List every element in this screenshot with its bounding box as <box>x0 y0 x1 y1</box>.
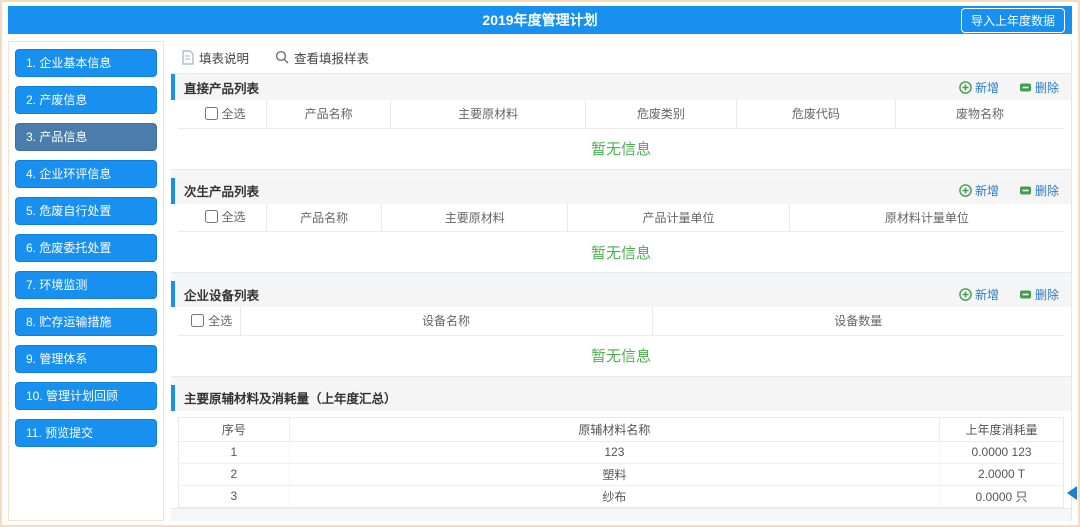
delete-button[interactable]: 删除 <box>1019 286 1059 303</box>
column-header: 主要原材料 <box>382 204 568 232</box>
fill-instructions-label: 填表说明 <box>199 48 249 67</box>
sidebar-item-env-monitoring[interactable]: 7. 环境监测 <box>15 271 157 299</box>
sidebar-item-storage-transport[interactable]: 8. 贮存运输措施 <box>15 308 157 336</box>
sidebar-item-enterprise-basic-info[interactable]: 1. 企业基本信息 <box>15 49 157 77</box>
fill-instructions-link[interactable]: 填表说明 <box>181 48 249 67</box>
sidebar-item-waste-generation-info[interactable]: 2. 产废信息 <box>15 86 157 114</box>
equipment-table: 全选 设备名称 设备数量 <box>178 307 1064 336</box>
empty-state-text: 暂无信息 <box>171 129 1071 169</box>
delete-button-label: 删除 <box>1035 79 1059 96</box>
materials-table: 序号 原辅材料名称 上年度消耗量 1 123 0.0000 123 2 塑料 2… <box>178 417 1064 508</box>
add-button-label: 新增 <box>975 286 999 303</box>
delete-button-label: 删除 <box>1035 182 1059 199</box>
cell-consumption: 2.0000 T <box>940 463 1064 485</box>
plus-circle-icon <box>959 81 972 94</box>
sidebar-item-eia-info[interactable]: 4. 企业环评信息 <box>15 160 157 188</box>
minus-square-icon <box>1019 288 1032 301</box>
plus-circle-icon <box>959 184 972 197</box>
cell-index: 1 <box>179 441 290 463</box>
cell-consumption: 0.0000 123 <box>940 441 1064 463</box>
add-button[interactable]: 新增 <box>959 286 999 303</box>
search-icon <box>275 50 289 64</box>
section-secondary-products: 次生产品列表 新增 <box>171 178 1071 274</box>
sidebar-item-plan-review[interactable]: 10. 管理计划回顾 <box>15 382 157 410</box>
column-header: 产品计量单位 <box>568 204 790 232</box>
app-header: 2019年度管理计划 导入上年度数据 <box>8 6 1072 34</box>
select-all-label[interactable]: 全选 <box>191 312 232 329</box>
cell-consumption: 0.0000 只 <box>940 485 1064 507</box>
section-materials-consumption: 主要原辅材料及消耗量（上年度汇总） 序号 原辅材料名称 上年度消耗量 1 123… <box>171 385 1071 509</box>
column-header: 产品名称 <box>267 204 382 232</box>
add-button[interactable]: 新增 <box>959 79 999 96</box>
column-header: 产品名称 <box>267 100 391 128</box>
select-all-label[interactable]: 全选 <box>205 105 246 122</box>
section-header: 直接产品列表 新增 <box>171 74 1071 100</box>
view-sample-form-label: 查看填报样表 <box>294 48 369 67</box>
section-header: 主要原辅材料及消耗量（上年度汇总） <box>171 385 1071 411</box>
view-sample-form-link[interactable]: 查看填报样表 <box>275 48 369 67</box>
toolbar: 填表说明 查看填报样表 <box>171 41 1071 74</box>
document-icon <box>181 50 194 65</box>
empty-state-text: 暂无信息 <box>171 336 1071 376</box>
column-header: 序号 <box>179 417 290 441</box>
select-all-header: 全选 <box>178 307 240 335</box>
sidebar-item-product-info[interactable]: 3. 产品信息 <box>15 123 157 151</box>
add-button-label: 新增 <box>975 182 999 199</box>
column-header: 危废代码 <box>736 100 895 128</box>
collapse-panel-arrow-icon[interactable] <box>1067 486 1077 500</box>
select-all-header: 全选 <box>178 204 267 232</box>
table-row: 3 纱布 0.0000 只 <box>179 485 1064 507</box>
section-title: 次生产品列表 <box>184 181 259 200</box>
cell-material-name: 纱布 <box>289 485 939 507</box>
import-last-year-button[interactable]: 导入上年度数据 <box>961 8 1065 33</box>
column-header: 主要原材料 <box>391 100 586 128</box>
section-header: 企业设备列表 新增 <box>171 281 1071 307</box>
minus-square-icon <box>1019 81 1032 94</box>
cell-material-name: 塑料 <box>289 463 939 485</box>
sidebar-item-self-disposal[interactable]: 5. 危废自行处置 <box>15 197 157 225</box>
app-window: 2019年度管理计划 导入上年度数据 1. 企业基本信息 2. 产废信息 3. … <box>0 0 1080 527</box>
table-row: 2 塑料 2.0000 T <box>179 463 1064 485</box>
column-header: 原材料计量单位 <box>789 204 1064 232</box>
select-all-checkbox[interactable] <box>191 314 204 327</box>
cell-material-name: 123 <box>289 441 939 463</box>
sidebar-item-preview-submit[interactable]: 11. 预览提交 <box>15 419 157 447</box>
section-header: 次生产品列表 新增 <box>171 178 1071 204</box>
section-direct-products: 直接产品列表 新增 <box>171 74 1071 170</box>
sidebar-item-management-system[interactable]: 9. 管理体系 <box>15 345 157 373</box>
section-title: 企业设备列表 <box>184 285 259 304</box>
select-all-checkbox[interactable] <box>205 210 218 223</box>
column-header: 上年度消耗量 <box>940 417 1064 441</box>
table-row: 1 123 0.0000 123 <box>179 441 1064 463</box>
column-header: 设备数量 <box>652 307 1064 335</box>
minus-square-icon <box>1019 184 1032 197</box>
section-title: 直接产品列表 <box>184 78 259 97</box>
page-title: 2019年度管理计划 <box>8 10 1072 30</box>
plus-circle-icon <box>959 288 972 301</box>
secondary-products-table: 全选 产品名称 主要原材料 产品计量单位 原材料计量单位 <box>178 204 1064 233</box>
main-content: 填表说明 查看填报样表 直接产品列表 <box>171 41 1072 521</box>
cell-index: 3 <box>179 485 290 507</box>
section-equipment: 企业设备列表 新增 <box>171 281 1071 377</box>
select-all-checkbox[interactable] <box>205 107 218 120</box>
select-all-header: 全选 <box>178 100 267 128</box>
sidebar-item-entrusted-disposal[interactable]: 6. 危废委托处置 <box>15 234 157 262</box>
column-header: 危废类别 <box>586 100 737 128</box>
empty-state-text: 暂无信息 <box>171 232 1071 272</box>
cell-index: 2 <box>179 463 290 485</box>
column-header: 废物名称 <box>896 100 1064 128</box>
delete-button[interactable]: 删除 <box>1019 79 1059 96</box>
direct-products-table: 全选 产品名称 主要原材料 危废类别 危废代码 废物名称 <box>178 100 1064 129</box>
column-header: 原辅材料名称 <box>289 417 939 441</box>
column-header: 设备名称 <box>240 307 652 335</box>
sidebar: 1. 企业基本信息 2. 产废信息 3. 产品信息 4. 企业环评信息 5. 危… <box>8 41 164 521</box>
delete-button-label: 删除 <box>1035 286 1059 303</box>
add-button[interactable]: 新增 <box>959 182 999 199</box>
delete-button[interactable]: 删除 <box>1019 182 1059 199</box>
select-all-label[interactable]: 全选 <box>205 208 246 225</box>
section-title: 主要原辅材料及消耗量（上年度汇总） <box>184 388 397 407</box>
add-button-label: 新增 <box>975 79 999 96</box>
